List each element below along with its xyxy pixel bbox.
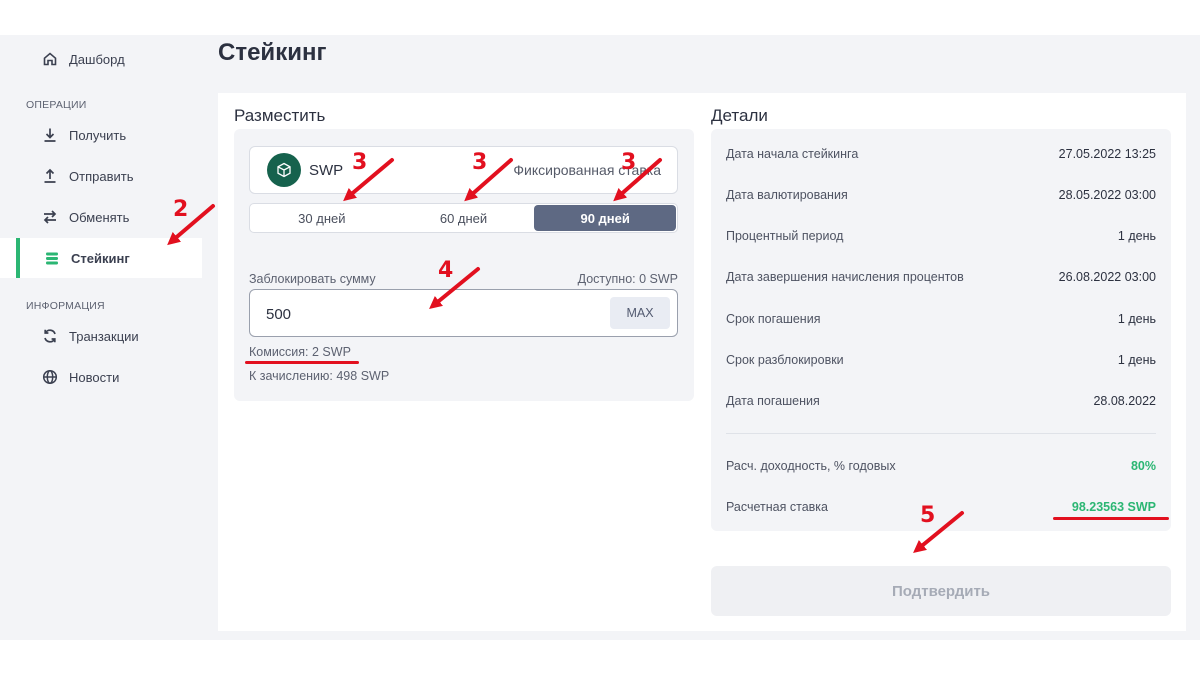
info-section-label: ИНФОРМАЦИЯ [26,300,105,312]
sidebar: Дашборд ОПЕРАЦИИ Получить Отправить Обме… [0,35,210,640]
period-90-days[interactable]: 90 дней [534,205,677,231]
annotation-number: 3 [472,150,488,175]
rate-row: Расчетная ставка 98.23563 SWP [726,500,1156,514]
place-section-title: Разместить [234,106,326,125]
detail-value: 28.05.2022 03:00 [1058,188,1156,202]
sidebar-item-label: Получить [69,127,127,143]
detail-row: Срок разблокировки 1 день [726,353,1156,367]
period-selector: 30 дней 60 дней 90 дней [249,203,678,233]
refresh-icon [42,328,58,344]
download-icon [42,127,58,143]
detail-row: Дата начала стейкинга 27.05.2022 13:25 [726,147,1156,161]
annotation-number: 4 [438,258,454,283]
detail-value: 1 день [1117,229,1156,243]
rate-annotation-underline [1053,517,1169,520]
sidebar-item-label: Новости [69,369,120,385]
detail-label: Срок погашения [726,312,821,326]
rate-value: 98.23563 SWP [1071,500,1156,514]
details-card: Дата начала стейкинга 27.05.2022 13:25 Д… [711,129,1171,531]
annotation-number: 2 [173,197,189,222]
sidebar-item-dashboard[interactable]: Дашборд [0,39,202,79]
details-divider [726,433,1156,434]
detail-value: 27.05.2022 13:25 [1058,147,1156,161]
home-icon [42,51,58,67]
lock-amount-label: Заблокировать сумму [249,272,376,286]
confirm-button[interactable]: Подтвердить [711,566,1171,616]
detail-value: 1 день [1117,312,1156,326]
globe-icon [42,369,58,385]
token-name: SWP [309,161,344,179]
page-title: Стейкинг [218,39,327,66]
upload-icon [42,168,58,184]
staking-icon [44,250,60,266]
max-button[interactable]: MAX [610,297,670,329]
amount-field: MAX [249,289,678,337]
detail-label: Дата начала стейкинга [726,147,859,161]
sidebar-item-transactions[interactable]: Транзакции [0,316,202,356]
detail-row: Процентный период 1 день [726,229,1156,243]
sidebar-item-label: Стейкинг [71,250,130,266]
sidebar-item-label: Дашборд [69,51,125,67]
rate-label: Расчетная ставка [726,500,828,514]
sidebar-item-news[interactable]: Новости [0,357,202,397]
yield-label: Расч. доходность, % годовых [726,459,896,473]
yield-row: Расч. доходность, % годовых 80% [726,459,1156,473]
rate-type-label: Фиксированная ставка [513,162,661,178]
detail-row: Дата завершения начисления процентов 26.… [726,270,1156,284]
detail-value: 26.08.2022 03:00 [1058,270,1156,284]
detail-value: 1 день [1117,353,1156,367]
token-selector[interactable]: SWP Фиксированная ставка [249,146,678,194]
detail-label: Процентный период [726,229,844,243]
operations-section-label: ОПЕРАЦИИ [26,99,87,111]
detail-row: Срок погашения 1 день [726,312,1156,326]
sidebar-item-label: Обменять [69,209,130,225]
sidebar-item-label: Отправить [69,168,134,184]
sidebar-item-send[interactable]: Отправить [0,156,202,196]
sidebar-item-staking[interactable]: Стейкинг [0,238,202,278]
swap-icon [42,209,58,225]
detail-label: Дата завершения начисления процентов [726,270,964,284]
app-window: Дашборд ОПЕРАЦИИ Получить Отправить Обме… [0,35,1200,640]
fee-label: Комиссия: 2 SWP [249,345,351,359]
amount-input[interactable] [266,302,566,326]
detail-row: Дата погашения 28.08.2022 [726,394,1156,408]
cube-icon [267,153,301,187]
sidebar-item-exchange[interactable]: Обменять [0,197,202,237]
available-balance: Доступно: 0 SWP [577,272,678,286]
detail-value: 28.08.2022 [1093,394,1156,408]
details-section-title: Детали [711,106,768,125]
annotation-number: 3 [621,150,637,175]
detail-label: Срок разблокировки [726,353,844,367]
detail-row: Дата валютирования 28.05.2022 03:00 [726,188,1156,202]
fee-annotation-underline [245,361,359,364]
sidebar-item-label: Транзакции [69,328,139,344]
sidebar-item-receive[interactable]: Получить [0,115,202,155]
yield-value: 80% [1130,459,1156,473]
annotation-number: 5 [920,503,936,528]
detail-label: Дата погашения [726,394,820,408]
credit-amount-label: К зачислению: 498 SWP [249,369,390,383]
period-30-days[interactable]: 30 дней [251,205,393,231]
detail-label: Дата валютирования [726,188,848,202]
period-60-days[interactable]: 60 дней [393,205,535,231]
annotation-number: 3 [352,150,368,175]
